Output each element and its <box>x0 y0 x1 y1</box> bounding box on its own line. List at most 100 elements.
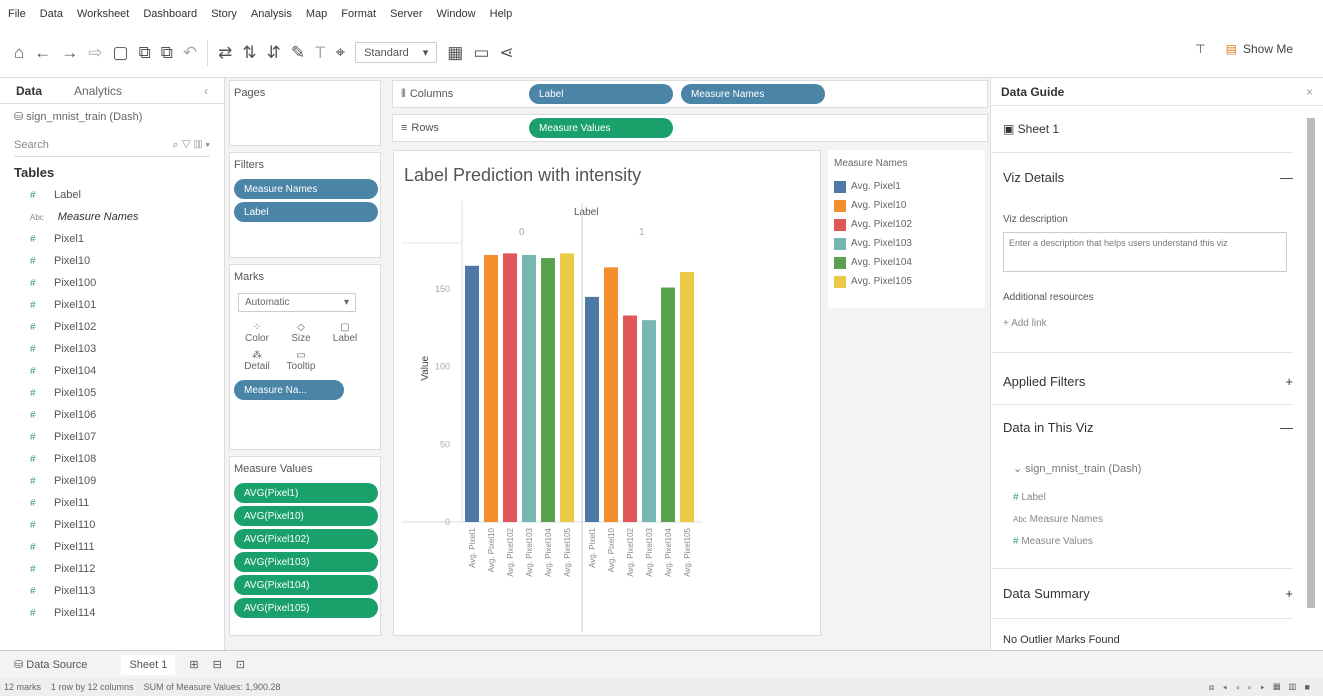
label-button[interactable]: ▢ Label <box>326 322 364 344</box>
measure-pill[interactable]: AVG(Pixel10) <box>234 506 378 526</box>
bar[interactable] <box>465 265 479 522</box>
label-icon[interactable]: T <box>315 43 325 63</box>
field-item[interactable]: # Pixel114 <box>0 602 224 624</box>
menu-item[interactable]: Map <box>306 8 327 20</box>
search-tools[interactable]: ⌕ ▽ ▥ ▾ <box>172 139 210 152</box>
menu-item[interactable]: Window <box>437 8 476 20</box>
menu-item[interactable]: Format <box>341 8 376 20</box>
tooltip-button[interactable]: ▭ Tooltip <box>282 350 320 372</box>
legend-item[interactable]: Avg. Pixel10 <box>828 196 985 215</box>
legend-item[interactable]: Avg. Pixel1 <box>828 177 985 196</box>
new-datasource-icon[interactable]: ⇨ <box>88 43 102 63</box>
expand-icon[interactable]: + <box>1285 374 1293 389</box>
menu-item[interactable]: Server <box>390 8 422 20</box>
legend-item[interactable]: Avg. Pixel102 <box>828 215 985 234</box>
legend-item[interactable]: Avg. Pixel105 <box>828 272 985 291</box>
measure-pill[interactable]: AVG(Pixel104) <box>234 575 378 595</box>
search-box[interactable]: Search ⌕ ▽ ▥ ▾ <box>14 139 210 157</box>
swap-icon[interactable]: ⇄ <box>218 43 232 63</box>
measure-pill[interactable]: AVG(Pixel1) <box>234 483 378 503</box>
tab-data[interactable]: Data <box>0 84 58 98</box>
viz-description-input[interactable]: Enter a description that helps users und… <box>1003 232 1287 272</box>
data-source-tab[interactable]: ⛁ Data Source <box>14 658 87 671</box>
add-link-button[interactable]: + Add link <box>1003 318 1293 329</box>
field-item[interactable]: # Pixel113 <box>0 580 224 602</box>
bar[interactable] <box>604 267 618 522</box>
cards-icon[interactable]: ▦ <box>447 43 463 63</box>
bar[interactable] <box>522 254 536 522</box>
sheet-row[interactable]: ▣ Sheet 1 <box>1003 122 1293 136</box>
columns-shelf[interactable]: ⦀ Columns Label Measure Names <box>392 80 988 108</box>
field-item[interactable]: # Pixel105 <box>0 382 224 404</box>
undo-icon[interactable]: ↶ <box>183 43 197 63</box>
field-item[interactable]: # Pixel109 <box>0 470 224 492</box>
field-item[interactable]: # Pixel112 <box>0 558 224 580</box>
new-sheet-icon[interactable]: ⧉ <box>139 43 151 63</box>
menu-item[interactable]: File <box>8 8 26 20</box>
filters-card[interactable]: Filters Measure Names Label <box>229 152 381 258</box>
bar[interactable] <box>585 296 599 522</box>
viz-details-row[interactable]: Viz Details — <box>1003 170 1293 185</box>
collapse-icon[interactable]: — <box>1280 420 1293 435</box>
field-item[interactable]: # Pixel104 <box>0 360 224 382</box>
search-input[interactable]: Search <box>14 139 49 152</box>
back-icon[interactable]: ← <box>34 43 51 63</box>
fit-select[interactable]: Standard ▾ <box>355 42 438 63</box>
field-item[interactable]: # Pixel106 <box>0 404 224 426</box>
nav-controls-icon[interactable]: ⧈ ◂ ◃ ▹ ▸ ▦ ▥ ■ <box>1209 682 1313 693</box>
scrollbar[interactable] <box>1307 118 1315 608</box>
detail-button[interactable]: ⁂ Detail <box>238 350 276 372</box>
field-item[interactable]: # Pixel11 <box>0 492 224 514</box>
bar[interactable] <box>541 258 555 522</box>
field-item[interactable]: # Pixel10 <box>0 250 224 272</box>
bar[interactable] <box>680 272 694 522</box>
show-me-button[interactable]: ⊤ ▤ Show Me <box>1195 42 1293 56</box>
forward-icon[interactable]: → <box>61 43 78 63</box>
tab-analytics[interactable]: Analytics <box>58 84 138 98</box>
legend-item[interactable]: Avg. Pixel103 <box>828 234 985 253</box>
sort-asc-icon[interactable]: ⇅ <box>242 43 256 63</box>
field-item[interactable]: Abc Measure Names <box>0 206 224 228</box>
legend-item[interactable]: Avg. Pixel104 <box>828 253 985 272</box>
menu-item[interactable]: Data <box>40 8 63 20</box>
collapse-icon[interactable]: — <box>1280 170 1293 185</box>
bar[interactable] <box>484 254 498 522</box>
sheet-tab[interactable]: Sheet 1 <box>121 654 176 675</box>
row-pill[interactable]: Measure Values <box>529 118 673 138</box>
field-item[interactable]: # Pixel100 <box>0 272 224 294</box>
mark-type-select[interactable]: Automatic ▾ <box>238 293 356 312</box>
menu-item[interactable]: Worksheet <box>77 8 129 20</box>
applied-filters-row[interactable]: Applied Filters + <box>1003 374 1293 389</box>
presentation-icon[interactable]: ▭ <box>473 43 489 63</box>
measure-pill[interactable]: AVG(Pixel105) <box>234 598 378 618</box>
field-item[interactable]: # Pixel101 <box>0 294 224 316</box>
datasource-tree-item[interactable]: ⌄ sign_mnist_train (Dash) <box>1013 462 1303 475</box>
bar[interactable] <box>503 253 517 522</box>
field-item[interactable]: # Pixel103 <box>0 338 224 360</box>
close-icon[interactable]: × <box>1306 85 1313 99</box>
field-item[interactable]: # Pixel110 <box>0 514 224 536</box>
menu-item[interactable]: Analysis <box>251 8 292 20</box>
column-pill[interactable]: Label <box>529 84 673 104</box>
rows-shelf[interactable]: ≡ Rows Measure Values <box>392 114 988 142</box>
save-icon[interactable]: ▢ <box>113 43 129 63</box>
datasource-item[interactable]: ⛁ sign_mnist_train (Dash) <box>0 104 224 129</box>
share-icon[interactable]: ⋖ <box>499 43 513 63</box>
filter-pill[interactable]: Label <box>234 202 378 222</box>
menu-item[interactable]: Story <box>211 8 237 20</box>
measure-pill[interactable]: AVG(Pixel102) <box>234 529 378 549</box>
marks-color-pill[interactable]: Measure Na... <box>234 380 344 400</box>
new-dashboard-icon[interactable]: ⊟ <box>213 658 222 671</box>
measure-pill[interactable]: AVG(Pixel103) <box>234 552 378 572</box>
field-item[interactable]: # Pixel107 <box>0 426 224 448</box>
pin-icon[interactable]: ⌖ <box>336 43 346 63</box>
expand-icon[interactable]: + <box>1285 586 1293 601</box>
collapse-icon[interactable]: ‹ <box>188 84 224 98</box>
menu-item[interactable]: Dashboard <box>143 8 197 20</box>
field-item[interactable]: # Pixel111 <box>0 536 224 558</box>
highlight-icon[interactable]: ✎ <box>291 43 305 63</box>
home-icon[interactable]: ⌂ <box>14 43 24 63</box>
bar[interactable] <box>560 253 574 522</box>
new-worksheet-icon[interactable]: ⊞ <box>189 658 198 671</box>
bar[interactable] <box>642 320 656 522</box>
